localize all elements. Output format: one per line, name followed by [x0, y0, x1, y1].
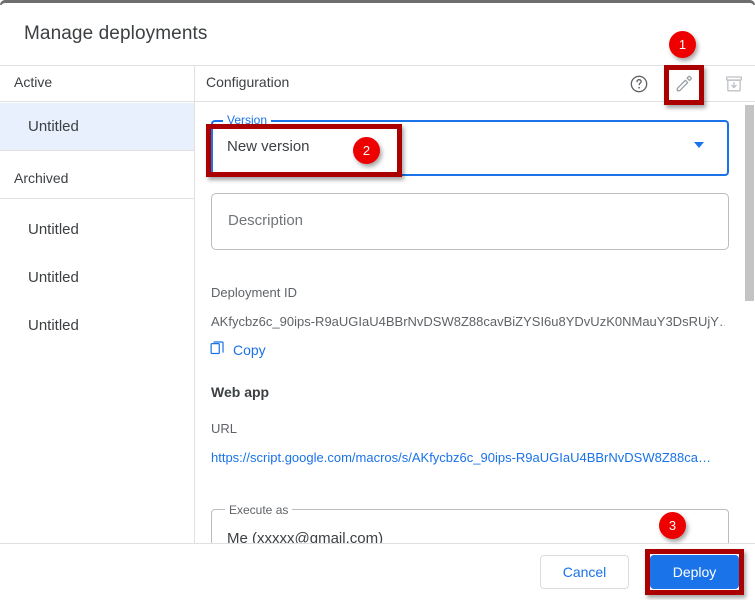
- copy-deployment-id-button[interactable]: Copy: [209, 339, 266, 361]
- description-placeholder: Description: [228, 212, 304, 229]
- deployment-id-value: AKfycbz6c_90ips-R9aUGIaU4BBrNvDSW8Z88cav…: [211, 314, 725, 329]
- manage-deployments-dialog: Manage deployments Active Configuration …: [0, 0, 755, 600]
- configuration-panel: Version New version Description Deployme…: [195, 102, 755, 543]
- execute-as-label: Execute as: [225, 503, 293, 517]
- sidebar-item-label: Untitled: [28, 317, 79, 334]
- version-select-value: New version: [227, 138, 310, 155]
- sidebar-item-archived-2[interactable]: Untitled: [0, 254, 194, 301]
- edit-icon[interactable]: [669, 69, 699, 99]
- column-header-configuration: Configuration: [206, 74, 290, 90]
- web-app-section-title: Web app: [211, 384, 270, 400]
- version-select-label: Version: [223, 113, 272, 127]
- chevron-down-icon[interactable]: [694, 142, 704, 148]
- sidebar-divider-1: [0, 150, 194, 151]
- execute-as-value: Me (xxxxx@gmail.com): [227, 530, 384, 543]
- copy-label: Copy: [233, 342, 266, 358]
- archive-icon[interactable]: [719, 69, 749, 99]
- column-header-active: Active: [14, 74, 53, 90]
- help-icon[interactable]: [624, 69, 654, 99]
- scrollbar-thumb[interactable]: [745, 105, 754, 301]
- cancel-button[interactable]: Cancel: [540, 555, 629, 589]
- sidebar-divider-2: [0, 198, 194, 199]
- url-label: URL: [211, 421, 238, 436]
- deploy-button[interactable]: Deploy: [650, 555, 739, 589]
- copy-icon: [209, 339, 226, 361]
- sidebar-group-archived: Archived: [14, 170, 69, 186]
- dialog-top-chrome-inner: [1, 3, 754, 7]
- sidebar-item-label: Untitled: [28, 118, 79, 135]
- footer-divider: [0, 543, 755, 544]
- sidebar-item-active-untitled[interactable]: Untitled: [0, 103, 194, 150]
- sidebar-item-archived-1[interactable]: Untitled: [0, 206, 194, 253]
- sidebar-item-label: Untitled: [28, 221, 79, 238]
- deployment-id-label: Deployment ID: [211, 285, 297, 300]
- page-title: Manage deployments: [24, 23, 208, 44]
- web-app-url-link[interactable]: https://script.google.com/macros/s/AKfyc…: [211, 450, 727, 465]
- sidebar-item-label: Untitled: [28, 269, 79, 286]
- sidebar-item-archived-3[interactable]: Untitled: [0, 302, 194, 349]
- annotation-badge-1: 1: [669, 31, 696, 58]
